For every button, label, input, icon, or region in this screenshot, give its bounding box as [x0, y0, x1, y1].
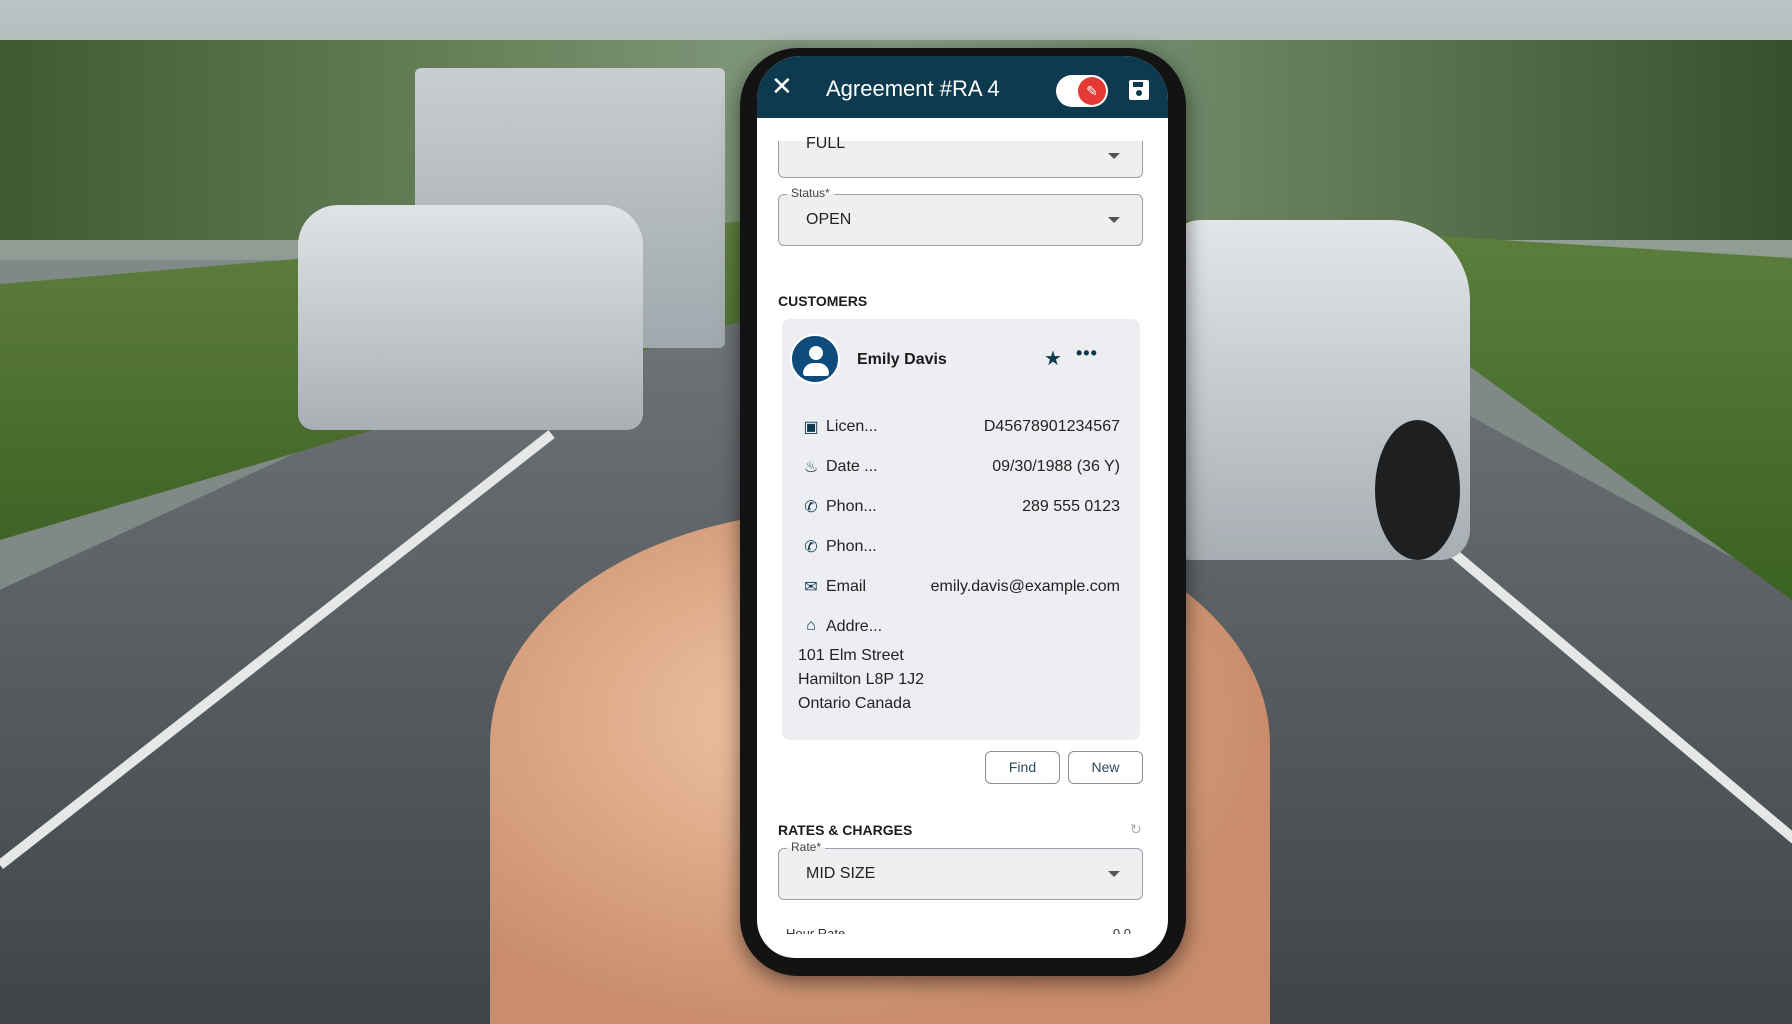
chevron-down-icon — [1108, 217, 1120, 223]
more-options-icon[interactable]: ••• — [1076, 343, 1098, 364]
top-select[interactable]: FULL — [778, 135, 1143, 178]
pencil-icon: ✎ — [1078, 77, 1106, 105]
customer-name: Emily Davis — [857, 351, 947, 368]
address-line: Ontario Canada — [798, 695, 911, 712]
new-button[interactable]: New — [1068, 751, 1143, 784]
hour-rate-row: Hour Rate 0.0 — [786, 926, 1131, 934]
phone-icon: ✆ — [804, 499, 818, 516]
email-icon: ✉ — [804, 579, 818, 596]
avatar — [790, 334, 840, 384]
address-line: 101 Elm Street — [798, 647, 904, 664]
birthdate-row: ♨ Date ... 09/30/1988 (36 Y) — [782, 455, 1140, 479]
cake-icon: ♨ — [803, 459, 819, 476]
chevron-down-icon — [1108, 871, 1120, 877]
phone-row: ✆ Phon... 289 555 0123 — [782, 495, 1140, 519]
rates-heading: RATES & CHARGES — [778, 822, 913, 838]
app-header: ✕ Agreement #RA 4 ✎ — [757, 56, 1168, 118]
refresh-icon[interactable]: ↻ — [1130, 821, 1142, 838]
customer-card: Emily Davis ★ ••• ▣ Licen... D456789012345… — [782, 319, 1140, 740]
rate-select[interactable]: Rate* MID SIZE — [778, 840, 1143, 900]
phone-row-2: ✆ Phon... — [782, 535, 1140, 559]
find-button[interactable]: Find — [985, 751, 1060, 784]
save-icon[interactable] — [1129, 80, 1149, 100]
chevron-down-icon — [1108, 153, 1120, 159]
address-line: Hamilton L8P 1J2 — [798, 671, 924, 688]
id-card-icon: ▣ — [803, 419, 819, 436]
page-title: Agreement #RA 4 — [826, 76, 1000, 101]
close-icon[interactable]: ✕ — [771, 69, 793, 103]
customers-heading: CUSTOMERS — [778, 293, 868, 309]
star-icon[interactable]: ★ — [1044, 346, 1062, 371]
phone-icon: ✆ — [804, 539, 818, 556]
home-icon: ⌂ — [806, 617, 816, 634]
address-row: ⌂ Addre... — [782, 615, 1140, 639]
phone-screen: ✕ Agreement #RA 4 ✎ FULL Status* OPEN CU… — [757, 56, 1168, 958]
license-row: ▣ Licen... D45678901234567 — [782, 415, 1140, 439]
status-select[interactable]: Status* OPEN — [778, 186, 1143, 246]
edit-toggle[interactable]: ✎ — [1056, 75, 1108, 107]
email-row: ✉ Email emily.davis@example.com — [782, 575, 1140, 599]
